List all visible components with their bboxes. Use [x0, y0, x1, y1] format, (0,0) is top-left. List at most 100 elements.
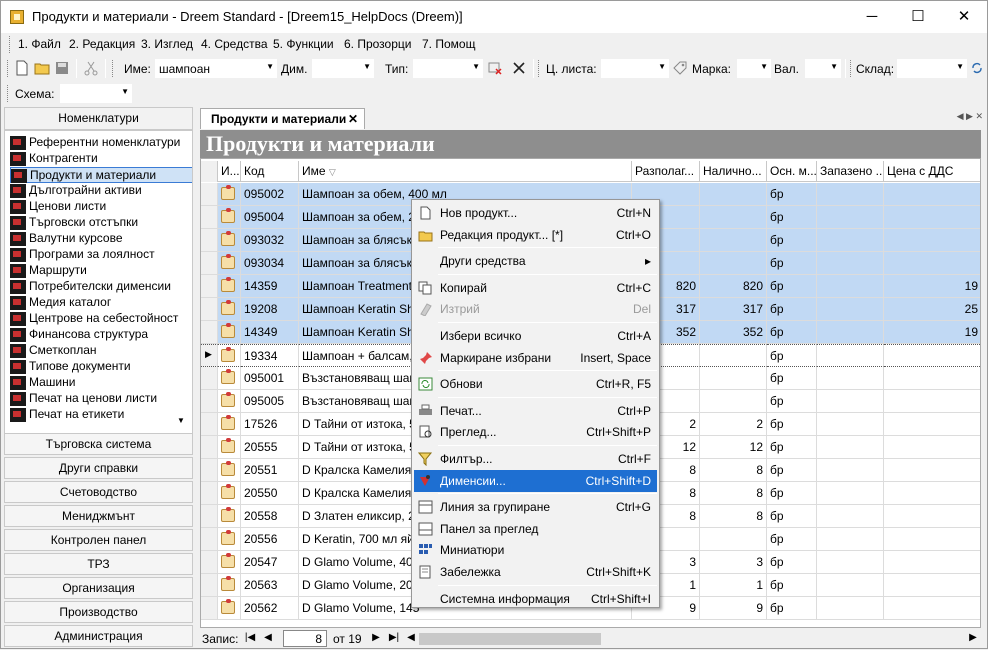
- save-icon[interactable]: [54, 60, 70, 76]
- nav-item[interactable]: Маршрути: [10, 263, 190, 279]
- toolbar-grip: [538, 60, 541, 77]
- scroll-down-icon[interactable]: ▼: [177, 416, 185, 425]
- tab-next-icon[interactable]: ▶: [966, 111, 973, 121]
- tab-prev-icon[interactable]: ◀: [957, 111, 964, 121]
- column-header-on-hand[interactable]: Налично...: [700, 161, 767, 182]
- tab-close-all-icon[interactable]: ✕: [975, 111, 983, 121]
- context-menu-item[interactable]: Филтър... Ctrl+F: [414, 448, 657, 470]
- chevron-down-icon: ▼: [658, 62, 666, 71]
- nav-item[interactable]: Сметкоплан: [10, 343, 190, 359]
- context-menu-item[interactable]: Забележка Ctrl+Shift+K: [414, 561, 657, 583]
- nav-item[interactable]: Програми за лоялност: [10, 247, 190, 263]
- nav-header-nomenclatures[interactable]: Номенклатури: [4, 107, 193, 130]
- nav-section-management[interactable]: Мениджмънт: [4, 505, 193, 527]
- warehouse-combo[interactable]: ▼: [897, 59, 967, 78]
- column-header-icon[interactable]: И...: [218, 161, 241, 182]
- nav-item-selected[interactable]: Продукти и материали: [10, 167, 192, 183]
- close-button[interactable]: ✕: [941, 1, 987, 32]
- menu-item-label: Линия за групиране: [440, 500, 551, 515]
- column-header-price[interactable]: Цена с ДДС: [884, 161, 980, 182]
- nav-item[interactable]: Центрове на себестойност: [10, 311, 190, 327]
- menu-tools[interactable]: 4. Средства: [201, 37, 268, 51]
- nav-section-organization[interactable]: Организация: [4, 577, 193, 599]
- nav-section-administration[interactable]: Администрация: [4, 625, 193, 647]
- unit-cell: бр: [767, 482, 817, 505]
- menu-item-shortcut: Ctrl+G: [615, 500, 651, 515]
- type-filter-combo[interactable]: ▼: [413, 59, 483, 78]
- menu-edit[interactable]: 2. Редакция: [69, 37, 135, 51]
- column-header-code[interactable]: Код: [241, 161, 299, 182]
- scroll-right-icon[interactable]: ▶: [966, 631, 980, 645]
- scrollbar-thumb[interactable]: [419, 633, 601, 645]
- nav-section-production[interactable]: Производство: [4, 601, 193, 623]
- menu-file[interactable]: 1. Файл: [18, 37, 61, 51]
- on-hand-cell: [700, 344, 767, 367]
- nav-section-accounting[interactable]: Счетоводство: [4, 481, 193, 503]
- price-list-combo[interactable]: ▼: [601, 59, 669, 78]
- context-menu-item[interactable]: Печат... Ctrl+P: [414, 400, 657, 422]
- scroll-left-icon[interactable]: ◀: [404, 631, 418, 645]
- nav-item[interactable]: Потребителски дименсии: [10, 279, 190, 295]
- context-menu-item[interactable]: Дименсии... Ctrl+Shift+D: [414, 469, 657, 492]
- brand-combo[interactable]: ▼: [737, 59, 771, 78]
- tag-icon[interactable]: [672, 60, 688, 76]
- nav-item[interactable]: Финансова структура: [10, 327, 190, 343]
- horizontal-scrollbar[interactable]: [419, 632, 979, 646]
- nav-section-payroll[interactable]: ТРЗ: [4, 553, 193, 575]
- dim-filter-combo[interactable]: ▼: [312, 59, 374, 78]
- close-filter-icon[interactable]: [511, 60, 527, 76]
- prev-record-icon[interactable]: ◀: [261, 631, 275, 645]
- nav-section-trade[interactable]: Търговска система: [4, 433, 193, 455]
- nav-item[interactable]: Типове документи: [10, 359, 190, 375]
- first-record-icon[interactable]: |◀: [243, 631, 257, 645]
- nav-item[interactable]: Референтни номенклатури: [10, 135, 190, 151]
- context-menu-item[interactable]: Други средства ▸: [414, 250, 657, 272]
- column-header-reserved[interactable]: Запазено ...: [817, 161, 884, 182]
- nav-item[interactable]: Валутни курсове: [10, 231, 190, 247]
- name-filter-combo[interactable]: шампоан ▼: [155, 59, 277, 78]
- column-header-unit[interactable]: Осн. м...: [767, 161, 817, 182]
- currency-combo[interactable]: ▼: [805, 59, 841, 78]
- context-menu-item[interactable]: Преглед... Ctrl+Shift+P: [414, 421, 657, 443]
- nav-item[interactable]: Контрагенти: [10, 151, 190, 167]
- menu-view[interactable]: 3. Изглед: [141, 37, 193, 51]
- context-menu-item[interactable]: Панел за преглед: [414, 518, 657, 540]
- column-header-available[interactable]: Разполаг...: [632, 161, 700, 182]
- cut-icon[interactable]: [83, 60, 99, 76]
- nav-item[interactable]: Печат на етикети: [10, 407, 190, 423]
- column-header-name[interactable]: Име ▽: [299, 161, 632, 182]
- context-menu-item[interactable]: Редакция продукт... [*] Ctrl+O: [414, 224, 657, 246]
- context-menu-item[interactable]: Нов продукт... Ctrl+N: [414, 202, 657, 224]
- minimize-button[interactable]: ─: [849, 1, 895, 32]
- nav-item[interactable]: Медия каталог: [10, 295, 190, 311]
- context-menu-item[interactable]: Маркиране избрани Insert, Space: [414, 347, 657, 369]
- maximize-button[interactable]: ☐: [895, 1, 941, 32]
- nav-section-control-panel[interactable]: Контролен панел: [4, 529, 193, 551]
- context-menu-item[interactable]: Избери всичко Ctrl+A: [414, 325, 657, 347]
- nav-item[interactable]: Машини: [10, 375, 190, 391]
- context-menu-item[interactable]: Копирай Ctrl+C: [414, 277, 657, 299]
- tab-close-icon[interactable]: ✕: [348, 112, 358, 126]
- context-menu-item[interactable]: Миниатюри: [414, 539, 657, 561]
- menu-help[interactable]: 7. Помощ: [422, 37, 475, 51]
- next-record-icon[interactable]: ▶: [369, 631, 383, 645]
- nav-item[interactable]: Дълготрайни активи: [10, 183, 190, 199]
- context-menu-item[interactable]: Обнови Ctrl+R, F5: [414, 373, 657, 395]
- nav-item[interactable]: Търговски отстъпки: [10, 215, 190, 231]
- last-record-icon[interactable]: ▶|: [387, 631, 401, 645]
- refresh-warehouse-icon[interactable]: [969, 60, 985, 76]
- nav-item[interactable]: Ценови листи: [10, 199, 190, 215]
- context-menu-item[interactable]: Линия за групиране Ctrl+G: [414, 496, 657, 518]
- context-menu-item[interactable]: Системна информация Ctrl+Shift+I: [414, 588, 657, 610]
- clear-filter-icon[interactable]: [487, 60, 503, 76]
- menu-windows[interactable]: 6. Прозорци: [344, 37, 411, 51]
- nav-item[interactable]: Печат на ценови листи: [10, 391, 190, 407]
- record-number-input[interactable]: 8: [283, 630, 327, 647]
- new-icon[interactable]: [14, 60, 30, 76]
- menu-item-shortcut: Ctrl+Shift+D: [585, 473, 651, 488]
- tab-products[interactable]: Продукти и материали ✕: [200, 108, 365, 129]
- menu-functions[interactable]: 5. Функции: [273, 37, 334, 51]
- open-folder-icon[interactable]: [34, 60, 50, 76]
- scheme-combo[interactable]: ▼: [60, 84, 132, 103]
- nav-section-reports[interactable]: Други справки: [4, 457, 193, 479]
